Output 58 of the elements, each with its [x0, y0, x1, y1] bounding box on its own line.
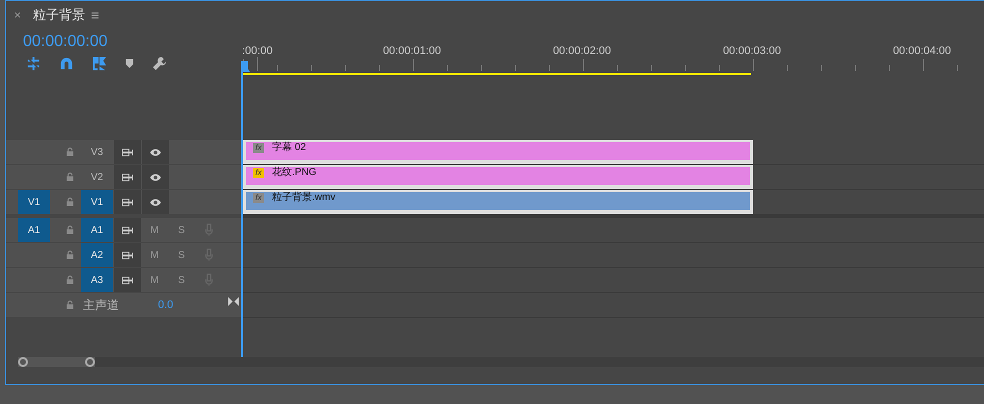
fx-badge: fx: [253, 168, 264, 178]
time-label: :00:00: [242, 45, 273, 57]
track-target-button[interactable]: A1: [81, 218, 113, 242]
source-patch-button[interactable]: V1: [18, 190, 50, 214]
nest-icon[interactable]: [26, 56, 41, 71]
clip[interactable]: fx 粒子背景.wmv: [243, 190, 753, 214]
sync-lock-icon[interactable]: [121, 198, 134, 206]
marker-icon[interactable]: [125, 58, 134, 69]
lock-icon[interactable]: [66, 172, 74, 182]
bowtie-icon[interactable]: [228, 296, 240, 306]
time-label: 00:00:02:00: [552, 45, 612, 57]
lock-icon[interactable]: [66, 197, 74, 207]
menu-button[interactable]: ≡: [91, 7, 100, 23]
linked-selection-icon[interactable]: [92, 56, 107, 71]
zoom-scrollbar[interactable]: [18, 357, 984, 367]
track-target-button[interactable]: A2: [81, 243, 113, 267]
clip-name: 字幕 02: [272, 142, 306, 154]
solo-button[interactable]: S: [168, 250, 195, 260]
eye-icon[interactable]: [149, 172, 162, 182]
timecode[interactable]: 00:00:00:00: [23, 33, 108, 51]
magnet-icon[interactable]: [59, 56, 74, 71]
track-name: 主声道: [83, 296, 120, 314]
lock-icon[interactable]: [66, 275, 74, 285]
clip[interactable]: fx 字幕 02: [243, 140, 753, 164]
fx-badge: fx: [253, 143, 264, 153]
mute-button[interactable]: M: [141, 250, 168, 260]
close-button[interactable]: ×: [14, 8, 22, 22]
lock-icon[interactable]: [66, 147, 74, 157]
sync-lock-icon[interactable]: [121, 276, 134, 284]
panel-title[interactable]: 粒子背景: [33, 6, 86, 24]
volume-value[interactable]: 0.0: [158, 299, 174, 311]
clip-name: 花纹.PNG: [272, 167, 316, 179]
eye-icon[interactable]: [149, 198, 162, 206]
solo-button[interactable]: S: [168, 274, 195, 286]
clip-name: 粒子背景.wmv: [272, 192, 336, 204]
solo-button[interactable]: S: [168, 224, 195, 236]
track-target-button[interactable]: V2: [81, 165, 113, 189]
sync-lock-icon[interactable]: [121, 250, 134, 260]
eye-icon[interactable]: [149, 148, 162, 156]
sync-lock-icon[interactable]: [121, 172, 134, 182]
time-label: 00:00:01:00: [382, 45, 442, 57]
source-patch-button[interactable]: A1: [18, 218, 50, 242]
time-label: 00:00:04:00: [892, 45, 952, 57]
time-label: 00:00:03:00: [722, 45, 782, 57]
mute-button[interactable]: M: [141, 224, 168, 236]
mute-button[interactable]: M: [141, 274, 168, 286]
track-target-button[interactable]: V3: [81, 140, 113, 164]
track-target-button[interactable]: A3: [81, 268, 113, 292]
lock-icon[interactable]: [66, 250, 74, 260]
sync-lock-icon[interactable]: [121, 148, 134, 156]
sync-lock-icon[interactable]: [121, 226, 134, 234]
track-target-button[interactable]: V1: [81, 190, 113, 214]
clip[interactable]: fx 花纹.PNG: [243, 165, 753, 189]
wrench-icon[interactable]: [152, 56, 167, 71]
fx-badge: fx: [253, 193, 264, 203]
lock-icon[interactable]: [66, 225, 74, 235]
lock-icon[interactable]: [66, 300, 74, 310]
playhead[interactable]: [241, 61, 250, 357]
